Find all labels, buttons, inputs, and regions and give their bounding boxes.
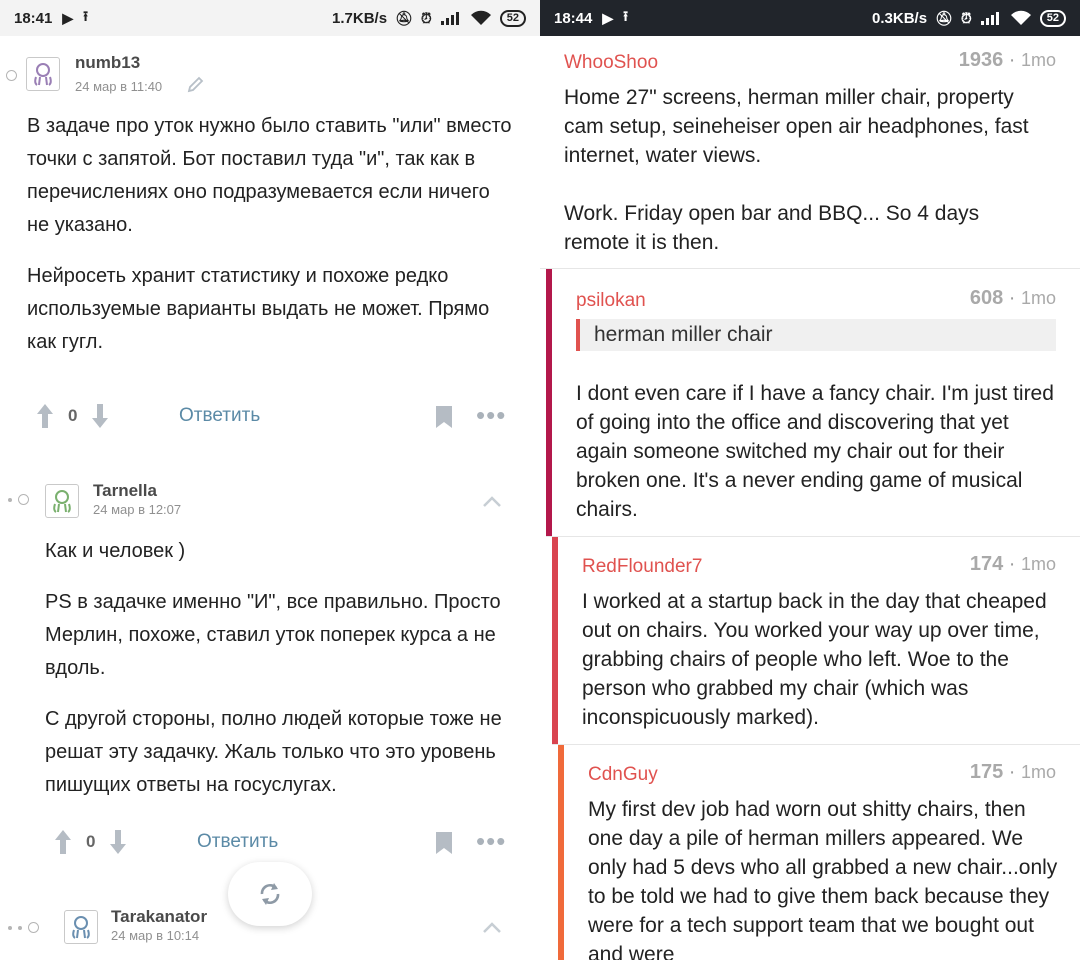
comment-meta: 608 · 1mo [969,287,1056,309]
downvote-arrow-icon[interactable] [91,403,109,429]
edit-pencil-icon[interactable] [186,76,206,94]
battery-indicator: 52 [499,9,526,27]
comment-date: 24 мар в 10:14 [111,928,200,943]
comment-author[interactable]: WhooShoo [564,52,658,74]
comment-text: I worked at a startup back in the day th… [582,587,1052,732]
upvote-arrow-icon[interactable] [54,829,72,855]
quoted-text: herman miller chair [576,319,1056,351]
collapse-chevron-icon[interactable] [482,494,502,508]
comment-paragraph: Work. Friday open bar and BBQ... So 4 da… [564,202,980,254]
depth-bar [552,537,558,744]
comment-text: Home 27" screens, herman miller chair, p… [564,83,1044,257]
comment-paragraph: В задаче про уток нужно было ставить "ил… [27,115,512,236]
comment-meta: 1936 · 1mo [958,49,1056,71]
comment-date: 24 мар в 11:40 [75,79,163,94]
comment-paragraph: Home 27" screens, herman miller chair, p… [564,86,1029,167]
comment-author[interactable]: RedFlounder7 [582,556,702,578]
comment-score: 608 [969,287,1004,309]
comment-meta: 175 · 1mo [969,761,1056,783]
network-speed: 1.7KB/s [332,9,388,27]
upvote-arrow-icon[interactable] [36,403,54,429]
comment-author[interactable]: Tarakanator [111,907,207,927]
thread-indent-markers [6,70,17,81]
downvote-arrow-icon[interactable] [109,829,127,855]
depth-bar [546,269,552,536]
mute-icon: 🔕︎ [935,9,953,26]
comment-meta: 174 · 1mo [969,553,1056,575]
refresh-button[interactable] [228,862,312,926]
comment-text: I dont even care if I have a fancy chair… [576,379,1054,524]
bookmark-icon[interactable] [435,405,453,429]
comment-text: Как и человек ) PS в задачке именно "И",… [45,535,520,820]
collapse-chevron-icon[interactable] [482,920,502,934]
avatar-robot-icon [53,490,71,513]
avatar-robot-icon [34,63,52,86]
reddit-comment[interactable]: psilokan 608 · 1mo herman miller chair I… [546,269,1080,537]
comment-text: В задаче про уток нужно было ставить "ил… [27,110,517,377]
comment-date: 24 мар в 12:07 [93,502,182,517]
mute-icon: 🔕︎ [395,9,413,26]
comment-paragraph: С другой стороны, полно людей которые то… [45,708,502,796]
reply-button[interactable]: Ответить [197,831,278,853]
comment-paragraph: PS в задачке именно "И", все правильно. … [45,591,501,679]
upload-icon: ⭱ [83,8,89,24]
comment-score: 174 [969,553,1004,575]
reddit-comment[interactable]: RedFlounder7 174 · 1mo I worked at a sta… [552,537,1080,745]
reddit-comment[interactable]: CdnGuy 175 · 1mo My first dev job had wo… [558,745,1080,960]
comment-author[interactable]: psilokan [576,290,646,312]
upload-icon: ⭱ [623,8,629,24]
comment-author[interactable]: numb13 [75,53,140,73]
avatar-robot-icon [72,916,90,939]
left-screen: 18:41 ▶ ⭱ 1.7KB/s 🔕︎ ⏰︎ 52 numb13 24 мар… [0,0,540,960]
network-speed: 0.3KB/s [872,9,928,27]
comment-paragraph: I dont even care if I have a fancy chair… [576,382,1054,521]
avatar[interactable] [64,910,98,944]
comment-score: 1936 [958,49,1004,71]
avatar[interactable] [45,484,79,518]
avatar[interactable] [26,57,60,91]
status-bar: 18:41 ▶ ⭱ 1.7KB/s 🔕︎ ⏰︎ 52 [0,0,540,36]
alarm-icon: ⏰︎ [420,9,432,26]
comment-paragraph: My first dev job had worn out shitty cha… [588,798,1058,960]
reply-button[interactable]: Ответить [179,405,260,427]
comment-score: 175 [969,761,1004,783]
signal-icon [440,12,459,25]
clock: 18:41 [14,9,53,27]
signal-icon [980,12,999,25]
clock: 18:44 [554,9,593,27]
comment-age: 1mo [1020,288,1056,308]
comment-age: 1mo [1020,50,1056,70]
comment-age: 1mo [1020,762,1056,782]
more-options-icon[interactable]: ••• [476,828,506,854]
refresh-icon [260,883,280,905]
vote-controls: 0 [36,403,109,429]
comment-paragraph: Нейросеть хранит статистику и похоже ред… [27,265,490,353]
wifi-icon [470,10,491,25]
comment-age: 1mo [1020,554,1056,574]
comment-text: My first dev job had worn out shitty cha… [588,795,1058,960]
status-bar: 18:44 ▶ ⭱ 0.3KB/s 🔕︎ ⏰︎ 52 [540,0,1080,36]
wifi-icon [1010,10,1031,25]
thread-indent-markers [8,922,39,933]
vote-controls: 0 [54,829,127,855]
reddit-comment[interactable]: WhooShoo 1936 · 1mo Home 27" screens, he… [540,36,1080,269]
comment-paragraph: I worked at a startup back in the day th… [582,590,1047,729]
alarm-icon: ⏰︎ [960,9,972,26]
more-options-icon[interactable]: ••• [476,402,506,428]
vote-count: 0 [86,832,96,851]
comment-author[interactable]: Tarnella [93,481,157,501]
right-screen: 18:44 ▶ ⭱ 0.3KB/s 🔕︎ ⏰︎ 52 WhooShoo 1936… [540,0,1080,960]
comment-paragraph: Как и человек ) [45,540,186,562]
thread-indent-markers [8,494,29,505]
vote-count: 0 [68,406,78,425]
comment-author[interactable]: CdnGuy [588,764,658,786]
depth-bar [558,745,564,960]
bookmark-icon[interactable] [435,831,453,855]
battery-indicator: 52 [1039,9,1066,27]
play-icon: ▶ [62,9,74,26]
play-icon: ▶ [602,9,614,26]
